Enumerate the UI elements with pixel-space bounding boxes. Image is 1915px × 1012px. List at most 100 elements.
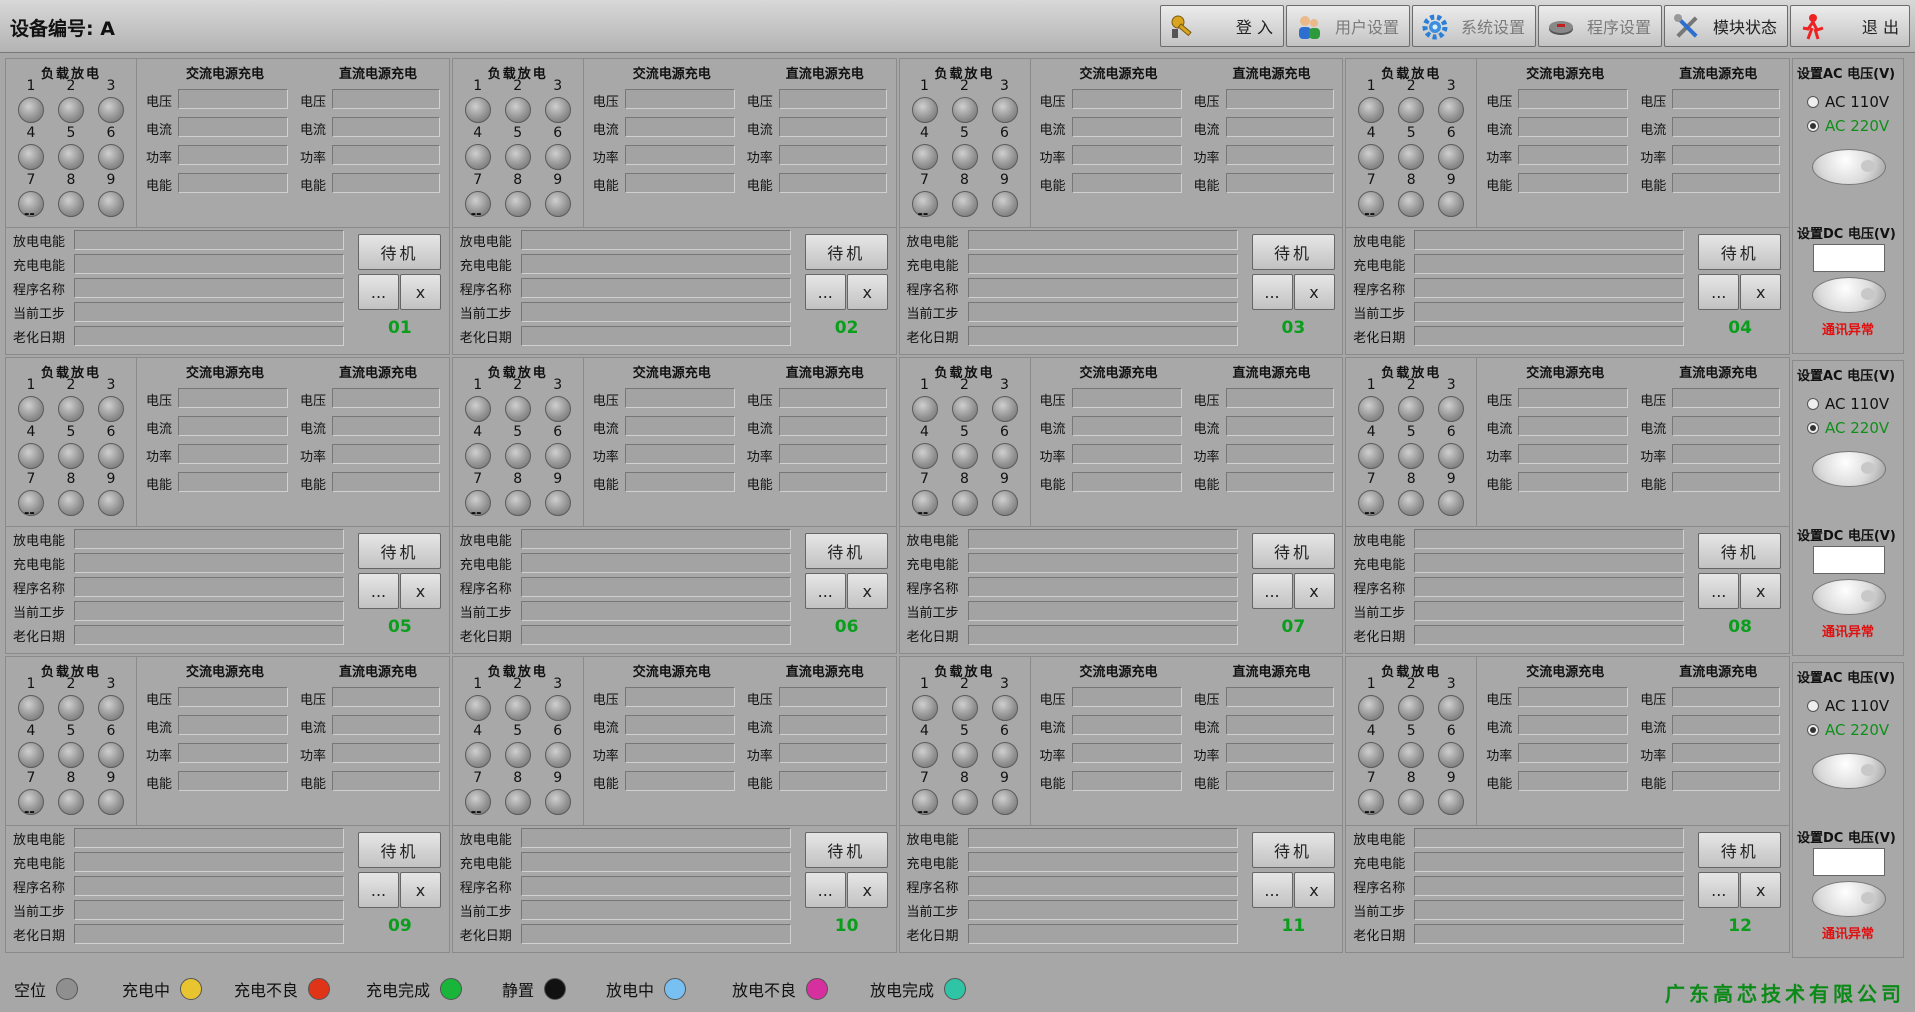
standby-button[interactable]: 待机 xyxy=(804,234,888,270)
dc-power-field xyxy=(778,145,887,165)
close-button[interactable]: x xyxy=(1293,274,1335,310)
ac-apply-button[interactable] xyxy=(1812,149,1886,185)
more-button[interactable]: ... xyxy=(358,573,399,609)
ac-power-label: 功率 xyxy=(1486,151,1513,166)
status-lamp xyxy=(58,695,84,721)
standby-button[interactable]: 待机 xyxy=(804,533,888,569)
close-button[interactable]: x xyxy=(846,274,888,310)
more-button[interactable]: ... xyxy=(358,872,399,908)
current-step-field xyxy=(520,302,791,322)
lamp-number: 8 xyxy=(960,770,969,786)
dc-apply-button[interactable] xyxy=(1812,881,1886,917)
close-button[interactable]: x xyxy=(846,872,888,908)
station-number: 12 xyxy=(1728,916,1752,936)
program-name-label: 程序名称 xyxy=(1353,881,1406,896)
ac-voltage-field xyxy=(178,388,288,408)
close-button[interactable]: x xyxy=(1293,872,1335,908)
more-button[interactable]: ... xyxy=(1251,872,1293,908)
dc-voltage-label: 电压 xyxy=(1640,394,1667,409)
lamp-number: 8 xyxy=(960,172,969,188)
more-button[interactable]: ... xyxy=(1251,274,1293,310)
dc-current-field xyxy=(1672,416,1781,436)
close-button[interactable]: x xyxy=(400,872,441,908)
station-number: 04 xyxy=(1728,318,1752,338)
radio-checked-icon xyxy=(1807,120,1819,132)
ac-220-radio[interactable]: AC 220V xyxy=(1807,117,1889,135)
dc-voltage-input[interactable] xyxy=(1813,244,1885,272)
user-settings-button[interactable]: 用户设置 xyxy=(1286,5,1410,47)
program-settings-button[interactable]: 程序设置 xyxy=(1538,5,1662,47)
standby-button[interactable]: 待机 xyxy=(1698,234,1782,270)
more-button[interactable]: ... xyxy=(804,872,846,908)
standby-button[interactable]: 待机 xyxy=(804,832,888,868)
close-button[interactable]: x xyxy=(846,573,888,609)
more-button[interactable]: ... xyxy=(804,274,846,310)
standby-button[interactable]: 待机 xyxy=(1251,533,1335,569)
aging-date-label: 老化日期 xyxy=(459,630,512,645)
more-button[interactable]: ... xyxy=(804,573,846,609)
load-lamp-3: 3 xyxy=(540,79,576,123)
standby-button[interactable]: 待机 xyxy=(358,234,441,270)
ac-220-radio[interactable]: AC 220V xyxy=(1807,721,1889,739)
dc-voltage-input[interactable] xyxy=(1813,546,1885,574)
ac-energy-field xyxy=(1518,173,1629,193)
more-button[interactable]: ... xyxy=(1698,573,1740,609)
dc-energy-field xyxy=(1225,771,1334,791)
standby-button[interactable]: 待机 xyxy=(1251,832,1335,868)
legend-empty: 空位 xyxy=(14,977,79,1001)
charge-energy-field xyxy=(1414,852,1685,872)
charge-energy-label: 充电电能 xyxy=(13,857,66,872)
login-button[interactable]: 登 入 xyxy=(1160,5,1284,47)
radio-checked-icon xyxy=(1807,422,1819,434)
ac-110-radio[interactable]: AC 110V xyxy=(1807,395,1889,413)
charge-energy-label: 充电电能 xyxy=(459,558,512,573)
close-button[interactable]: x xyxy=(1740,274,1782,310)
load-discharge-area: 负载放电 1 2 3 4 5 6 7 8 9 -- xyxy=(900,59,1031,227)
close-button[interactable]: x xyxy=(400,573,441,609)
load-lamp-5: 5 xyxy=(947,126,983,170)
dc-voltage-label: 电压 xyxy=(300,693,327,708)
ac-apply-button[interactable] xyxy=(1812,753,1886,789)
lamp-number: 2 xyxy=(1406,78,1416,94)
exit-button[interactable]: 退 出 xyxy=(1790,5,1910,47)
current-step-field xyxy=(967,900,1238,920)
ac-current-label: 电流 xyxy=(1486,721,1513,736)
close-button[interactable]: x xyxy=(1293,573,1335,609)
radio-icon xyxy=(1807,398,1819,410)
system-settings-button[interactable]: 系统设置 xyxy=(1412,5,1536,47)
dc-apply-button[interactable] xyxy=(1812,277,1886,313)
close-button[interactable]: x xyxy=(1740,573,1782,609)
close-button[interactable]: x xyxy=(400,274,441,310)
more-button[interactable]: ... xyxy=(1251,573,1293,609)
standby-button[interactable]: 待机 xyxy=(1698,533,1782,569)
ac-energy-label: 电能 xyxy=(146,777,173,792)
more-button[interactable]: ... xyxy=(358,274,399,310)
dc-apply-button[interactable] xyxy=(1812,579,1886,615)
load-lamp-2: 2 xyxy=(947,79,983,123)
standby-button[interactable]: 待机 xyxy=(1251,234,1335,270)
standby-button[interactable]: 待机 xyxy=(358,533,441,569)
lamp-number: 2 xyxy=(66,78,76,94)
aging-date-label: 老化日期 xyxy=(1353,331,1406,346)
ac-110-radio[interactable]: AC 110V xyxy=(1807,697,1889,715)
more-button[interactable]: ... xyxy=(1698,274,1740,310)
dc-voltage-field xyxy=(1225,388,1334,408)
status-lamp xyxy=(98,490,124,516)
close-button[interactable]: x xyxy=(1740,872,1782,908)
discharge-energy-field xyxy=(967,529,1238,549)
dc-voltage-input[interactable] xyxy=(1813,848,1885,876)
standby-button[interactable]: 待机 xyxy=(358,832,441,868)
status-lamp xyxy=(18,443,44,469)
ac-apply-button[interactable] xyxy=(1812,451,1886,487)
ac-110-radio[interactable]: AC 110V xyxy=(1807,93,1889,111)
ac-220-radio[interactable]: AC 220V xyxy=(1807,419,1889,437)
dc-current-field xyxy=(1672,715,1781,735)
standby-button[interactable]: 待机 xyxy=(1698,832,1782,868)
station-number: 07 xyxy=(1281,617,1306,637)
module-status-button[interactable]: 模块状态 xyxy=(1664,5,1788,47)
lamp-number: 1 xyxy=(1366,377,1376,393)
aging-date-label: 老化日期 xyxy=(459,331,512,346)
more-button[interactable]: ... xyxy=(1698,872,1740,908)
ac-voltage-label: 电压 xyxy=(592,693,619,708)
load-lamp-2: 2 xyxy=(1393,677,1429,721)
